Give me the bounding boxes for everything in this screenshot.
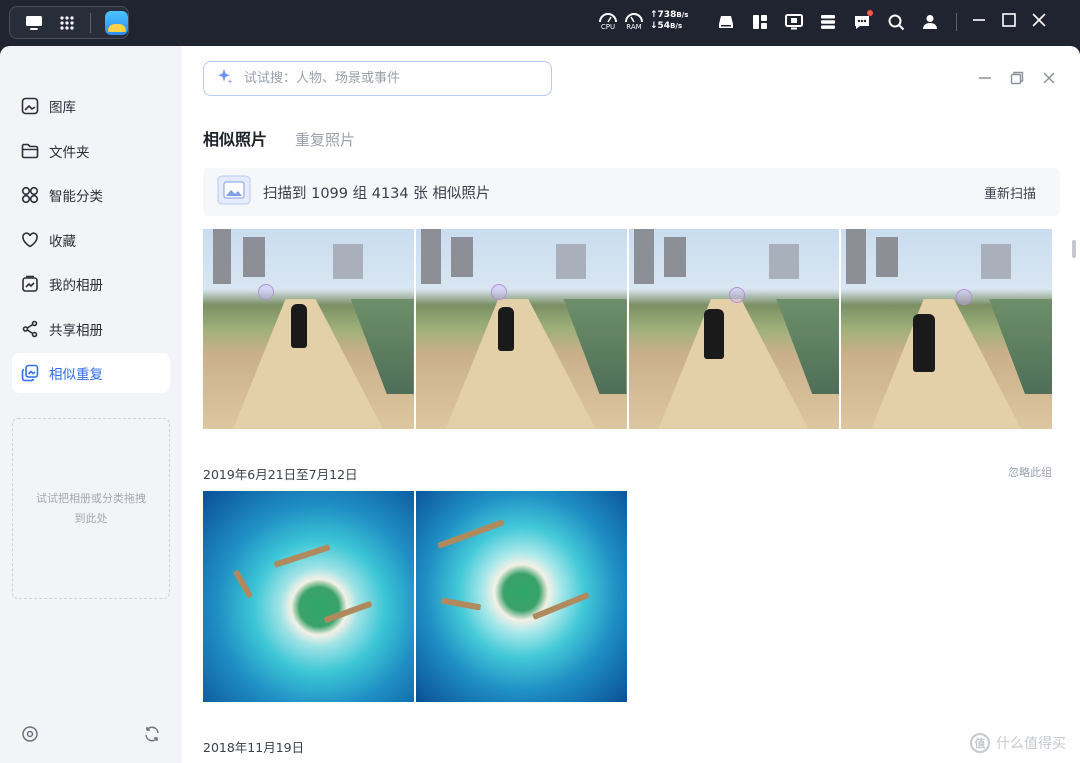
minimize-icon[interactable] — [971, 12, 987, 32]
cpu-gauge: CPU — [598, 11, 618, 31]
group-date: 2019年6月21日至7月12日 — [203, 467, 358, 482]
photo-thumbnail[interactable] — [203, 491, 414, 702]
system-tray — [716, 10, 940, 32]
scan-photo-icon — [217, 175, 251, 209]
drop-zone-text: 试试把相册或分类拖拽到此处 — [36, 491, 146, 525]
sidebar-item-label: 文件夹 — [49, 144, 90, 161]
sidebar-item-similar-duplicates[interactable]: 相似重复 — [12, 353, 170, 393]
sidebar-item-favorites[interactable]: 收藏 — [12, 220, 170, 260]
upload-speed: 738 — [657, 10, 677, 20]
album-icon — [21, 275, 39, 293]
watermark: 值 什么值得买 — [970, 733, 1066, 753]
album-drop-zone[interactable]: 试试把相册或分类拖拽到此处 — [12, 418, 170, 599]
photo-thumbnail[interactable] — [203, 229, 414, 429]
taskbar-launcher — [9, 6, 129, 39]
photos-window: 图库 文件夹 智能分类 收藏 我的相册 共享相册 相似重复 试试把相册或分类拖拽… — [0, 46, 1080, 763]
storage-icon[interactable] — [716, 12, 736, 32]
close-icon[interactable] — [1031, 12, 1047, 32]
ram-gauge-icon — [625, 13, 643, 23]
window-controls — [956, 12, 1047, 32]
gallery-icon — [21, 97, 39, 115]
message-icon[interactable] — [852, 10, 873, 32]
grid-icon — [21, 186, 39, 204]
main-content: 相似照片 重复照片 扫描到 1099 组 4134 张 相似照片 重新扫描 — [182, 46, 1080, 763]
widgets-icon[interactable] — [750, 12, 770, 32]
cpu-label: CPU — [600, 23, 616, 31]
sidebar-nav: 图库 文件夹 智能分类 收藏 我的相册 共享相册 相似重复 — [12, 86, 170, 398]
cpu-gauge-icon — [599, 13, 617, 23]
folder-icon — [21, 142, 39, 160]
sidebar-item-label: 我的相册 — [49, 278, 103, 294]
ai-sparkle-icon — [216, 68, 234, 90]
sidebar-item-label: 图库 — [49, 100, 76, 116]
notification-badge — [867, 10, 873, 16]
sidebar-item-label: 相似重复 — [49, 367, 103, 383]
photo-group-park — [203, 229, 1052, 429]
duplicate-icon — [21, 364, 39, 382]
window-controls-separator — [956, 13, 957, 31]
sidebar-item-smart-categories[interactable]: 智能分类 — [12, 175, 170, 215]
ram-gauge: RAM — [624, 11, 644, 31]
system-monitor[interactable]: CPU RAM ↑738B/s ↓54B/s — [598, 10, 688, 32]
search-input[interactable] — [242, 70, 526, 87]
settings-icon[interactable] — [21, 725, 39, 747]
sidebar-item-folder[interactable]: 文件夹 — [12, 131, 170, 171]
photos-app-icon[interactable] — [105, 10, 128, 35]
download-unit: B/s — [670, 22, 683, 30]
sidebar-item-label: 收藏 — [49, 233, 76, 250]
ignore-group-button[interactable]: 忽略此组 — [1008, 464, 1052, 480]
tab-similar-photos[interactable]: 相似照片 — [203, 126, 267, 150]
taskbar-separator — [90, 12, 92, 33]
ram-label: RAM — [626, 23, 642, 31]
heart-icon — [21, 231, 39, 249]
sidebar-item-label: 智能分类 — [49, 189, 103, 205]
task-manager-icon[interactable] — [818, 12, 838, 32]
rescan-button[interactable]: 重新扫描 — [984, 183, 1036, 202]
maximize-icon[interactable] — [1001, 12, 1017, 32]
sidebar: 图库 文件夹 智能分类 收藏 我的相册 共享相册 相似重复 试试把相册或分类拖拽… — [0, 46, 182, 763]
monitor-icon[interactable] — [784, 12, 804, 32]
user-icon[interactable] — [920, 12, 940, 32]
scan-result-banner: 扫描到 1099 组 4134 张 相似照片 重新扫描 — [203, 168, 1060, 216]
window-minimize-icon[interactable] — [978, 70, 992, 89]
sidebar-item-shared-albums[interactable]: 共享相册 — [12, 309, 170, 349]
share-icon — [21, 320, 39, 338]
sidebar-item-gallery[interactable]: 图库 — [12, 86, 170, 126]
system-taskbar: CPU RAM ↑738B/s ↓54B/s — [0, 0, 1080, 46]
photo-thumbnail[interactable] — [416, 491, 627, 702]
apps-grid-icon[interactable] — [57, 13, 76, 33]
sidebar-item-my-albums[interactable]: 我的相册 — [12, 264, 170, 304]
network-speed: ↑738B/s ↓54B/s — [650, 10, 689, 31]
upload-unit: B/s — [676, 11, 689, 19]
search-icon[interactable] — [886, 12, 906, 32]
watermark-logo-icon: 值 — [970, 733, 990, 753]
photo-group-island — [203, 491, 627, 702]
sidebar-item-label: 共享相册 — [49, 322, 103, 339]
window-restore-icon[interactable] — [1010, 70, 1024, 89]
tab-duplicate-photos[interactable]: 重复照片 — [295, 129, 355, 150]
scan-summary: 扫描到 1099 组 4134 张 相似照片 — [263, 185, 491, 202]
view-tabs: 相似照片 重复照片 — [203, 126, 355, 150]
window-close-icon[interactable] — [1042, 70, 1056, 89]
group-date: 2018年11月19日 — [203, 740, 305, 755]
photo-thumbnail[interactable] — [415, 229, 627, 429]
scrollbar-thumb[interactable] — [1072, 240, 1076, 258]
search-box[interactable] — [203, 61, 552, 96]
watermark-text: 什么值得买 — [996, 736, 1066, 752]
photo-thumbnail[interactable] — [841, 229, 1052, 429]
photo-thumbnail[interactable] — [628, 229, 840, 429]
desktop-icon[interactable] — [24, 13, 43, 33]
refresh-icon[interactable] — [143, 725, 161, 747]
download-speed: 54 — [657, 21, 671, 31]
main-window-controls — [978, 70, 1056, 89]
